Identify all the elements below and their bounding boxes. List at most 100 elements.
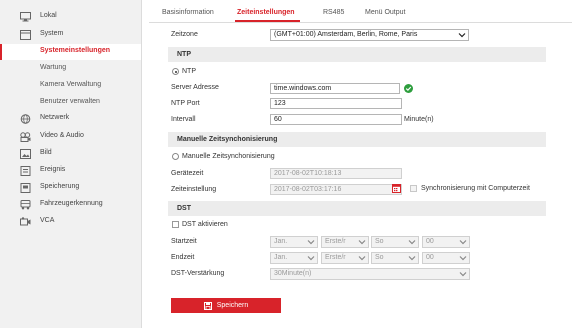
chevron-down-icon — [408, 256, 416, 261]
sidebar-item-vca[interactable]: VCA — [0, 214, 141, 230]
dst-end-label: Endzeit — [171, 254, 195, 261]
chevron-down-icon — [458, 33, 466, 38]
video-audio-icon — [20, 132, 31, 142]
dst-enable-checkbox[interactable] — [172, 221, 179, 228]
save-button-label: Speichern — [216, 302, 249, 309]
timezone-select[interactable]: (GMT+01:00) Amsterdam, Berlin, Rome, Par… — [270, 29, 469, 41]
chevron-down-icon — [459, 256, 467, 261]
vca-icon — [20, 217, 31, 227]
dst-start-day-select[interactable]: So — [371, 236, 419, 248]
sidebar-item-system[interactable]: System — [0, 27, 141, 43]
dst-end-day-select[interactable]: So — [371, 252, 419, 264]
monitor-icon — [20, 12, 31, 22]
sidebar-item-netzwerk[interactable]: Netzwerk — [0, 111, 141, 127]
dst-start-month-value: Jan. — [274, 238, 288, 245]
interval-input[interactable]: 60 — [270, 114, 402, 125]
chevron-down-icon — [459, 240, 467, 245]
dst-end-month-value: Jan. — [274, 254, 288, 261]
system-icon — [20, 30, 31, 40]
dst-start-hour-select[interactable]: 00 — [422, 236, 470, 248]
chevron-down-icon — [459, 272, 467, 277]
device-time-label: Gerätezeit — [171, 170, 204, 177]
sidebar-item-label: Benutzer verwalten — [40, 98, 100, 105]
sidebar-item-label: Wartung — [40, 64, 67, 71]
timezone-label: Zeitzone — [171, 31, 198, 38]
chevron-down-icon — [408, 240, 416, 245]
dst-bias-label: DST-Verstärkung — [171, 270, 225, 277]
dst-end-day-value: So — [375, 254, 384, 261]
calendar-icon[interactable] — [392, 183, 401, 193]
sidebar-item-video-audio[interactable]: Video & Audio — [0, 129, 141, 145]
sync-computer-time-label: Synchronisierung mit Computerzeit — [421, 185, 530, 192]
chevron-down-icon — [307, 256, 315, 261]
dst-start-label: Startzeit — [171, 238, 197, 245]
sidebar-item-label: Lokal — [40, 12, 57, 19]
sidebar-item-label: Video & Audio — [40, 132, 84, 139]
sidebar-item-label: Fahrzeugerkennung — [40, 200, 103, 207]
sidebar: Lokal System Systemeinstellungen Wartung… — [0, 0, 142, 328]
tab-bar: Basisinformation Zeiteinstellungen RS485… — [149, 0, 572, 23]
timezone-value: (GMT+01:00) Amsterdam, Berlin, Rome, Par… — [274, 31, 418, 38]
dst-end-week-select[interactable]: Erste/r — [321, 252, 369, 264]
dst-start-day-value: So — [375, 238, 384, 245]
dst-start-week-value: Erste/r — [325, 238, 346, 245]
sidebar-item-label: Bild — [40, 149, 52, 156]
dst-end-week-value: Erste/r — [325, 254, 346, 261]
sidebar-item-wartung[interactable]: Wartung — [0, 61, 141, 77]
tab-zeiteinstellungen[interactable]: Zeiteinstellungen — [237, 9, 295, 16]
ntp-radio[interactable] — [172, 68, 179, 75]
tab-basisinformation[interactable]: Basisinformation — [162, 9, 214, 16]
dst-end-hour-select[interactable]: 00 — [422, 252, 470, 264]
manual-sync-radio-label: Manuelle Zeitsynchonisierung — [182, 153, 275, 160]
sidebar-item-speicherung[interactable]: Speicherung — [0, 180, 141, 196]
dst-bias-value: 30Minute(n) — [274, 270, 312, 277]
dst-end-hour-value: 00 — [426, 254, 434, 261]
sidebar-item-label: Speicherung — [40, 183, 80, 190]
sidebar-item-kamera-verwaltung[interactable]: Kamera Verwaltung — [0, 78, 141, 94]
section-manual-sync: Manuelle Zeitsynchonisierung — [168, 132, 546, 147]
ntp-port-input[interactable]: 123 — [270, 98, 402, 109]
storage-icon — [20, 183, 31, 193]
section-ntp: NTP — [168, 47, 546, 62]
interval-unit: Minute(n) — [404, 116, 434, 123]
dst-start-week-select[interactable]: Erste/r — [321, 236, 369, 248]
tab-rs485[interactable]: RS485 — [323, 9, 344, 16]
chevron-down-icon — [358, 240, 366, 245]
manual-sync-radio[interactable] — [172, 153, 179, 160]
sidebar-item-lokal[interactable]: Lokal — [0, 9, 141, 25]
chevron-down-icon — [307, 240, 315, 245]
server-address-input[interactable]: time.windows.com — [270, 83, 400, 94]
sidebar-item-ereignis[interactable]: Ereignis — [0, 163, 141, 179]
globe-icon — [20, 114, 31, 124]
sidebar-item-label: Systemeinstellungen — [40, 47, 111, 54]
time-setting-input[interactable]: 2017-08-02T03:17:16 — [270, 184, 402, 195]
sidebar-item-label: Ereignis — [40, 166, 66, 173]
sidebar-item-label: VCA — [40, 217, 55, 224]
tab-menue-output[interactable]: Menü Output — [365, 9, 405, 16]
interval-label: Intervall — [171, 116, 196, 123]
vehicle-icon — [20, 200, 31, 210]
sidebar-item-label: Netzwerk — [40, 114, 70, 121]
image-icon — [20, 149, 31, 159]
dst-start-hour-value: 00 — [426, 238, 434, 245]
dst-end-month-select[interactable]: Jan. — [270, 252, 318, 264]
server-address-label: Server Adresse — [171, 84, 219, 91]
ntp-port-label: NTP Port — [171, 100, 200, 107]
sidebar-item-label: Kamera Verwaltung — [40, 81, 102, 88]
sidebar-item-systemeinstellungen[interactable]: Systemeinstellungen — [0, 44, 141, 60]
sidebar-item-benutzer-verwalten[interactable]: Benutzer verwalten — [0, 95, 141, 111]
sync-computer-time-checkbox[interactable] — [410, 185, 417, 192]
device-time-input: 2017-08-02T10:18:13 — [270, 168, 402, 179]
event-icon — [20, 166, 31, 176]
dst-bias-select[interactable]: 30Minute(n) — [270, 268, 470, 280]
time-setting-label: Zeiteinstellung — [171, 186, 217, 193]
active-tab-indicator — [235, 20, 300, 22]
chevron-down-icon — [358, 256, 366, 261]
dst-start-month-select[interactable]: Jan. — [270, 236, 318, 248]
ntp-radio-label: NTP — [182, 68, 196, 75]
sidebar-item-fahrzeugerkennung[interactable]: Fahrzeugerkennung — [0, 197, 141, 213]
sidebar-item-label: System — [40, 30, 64, 37]
sidebar-item-bild[interactable]: Bild — [0, 146, 141, 162]
save-button[interactable]: Speichern — [171, 298, 281, 313]
dst-enable-label: DST aktivieren — [182, 221, 228, 228]
